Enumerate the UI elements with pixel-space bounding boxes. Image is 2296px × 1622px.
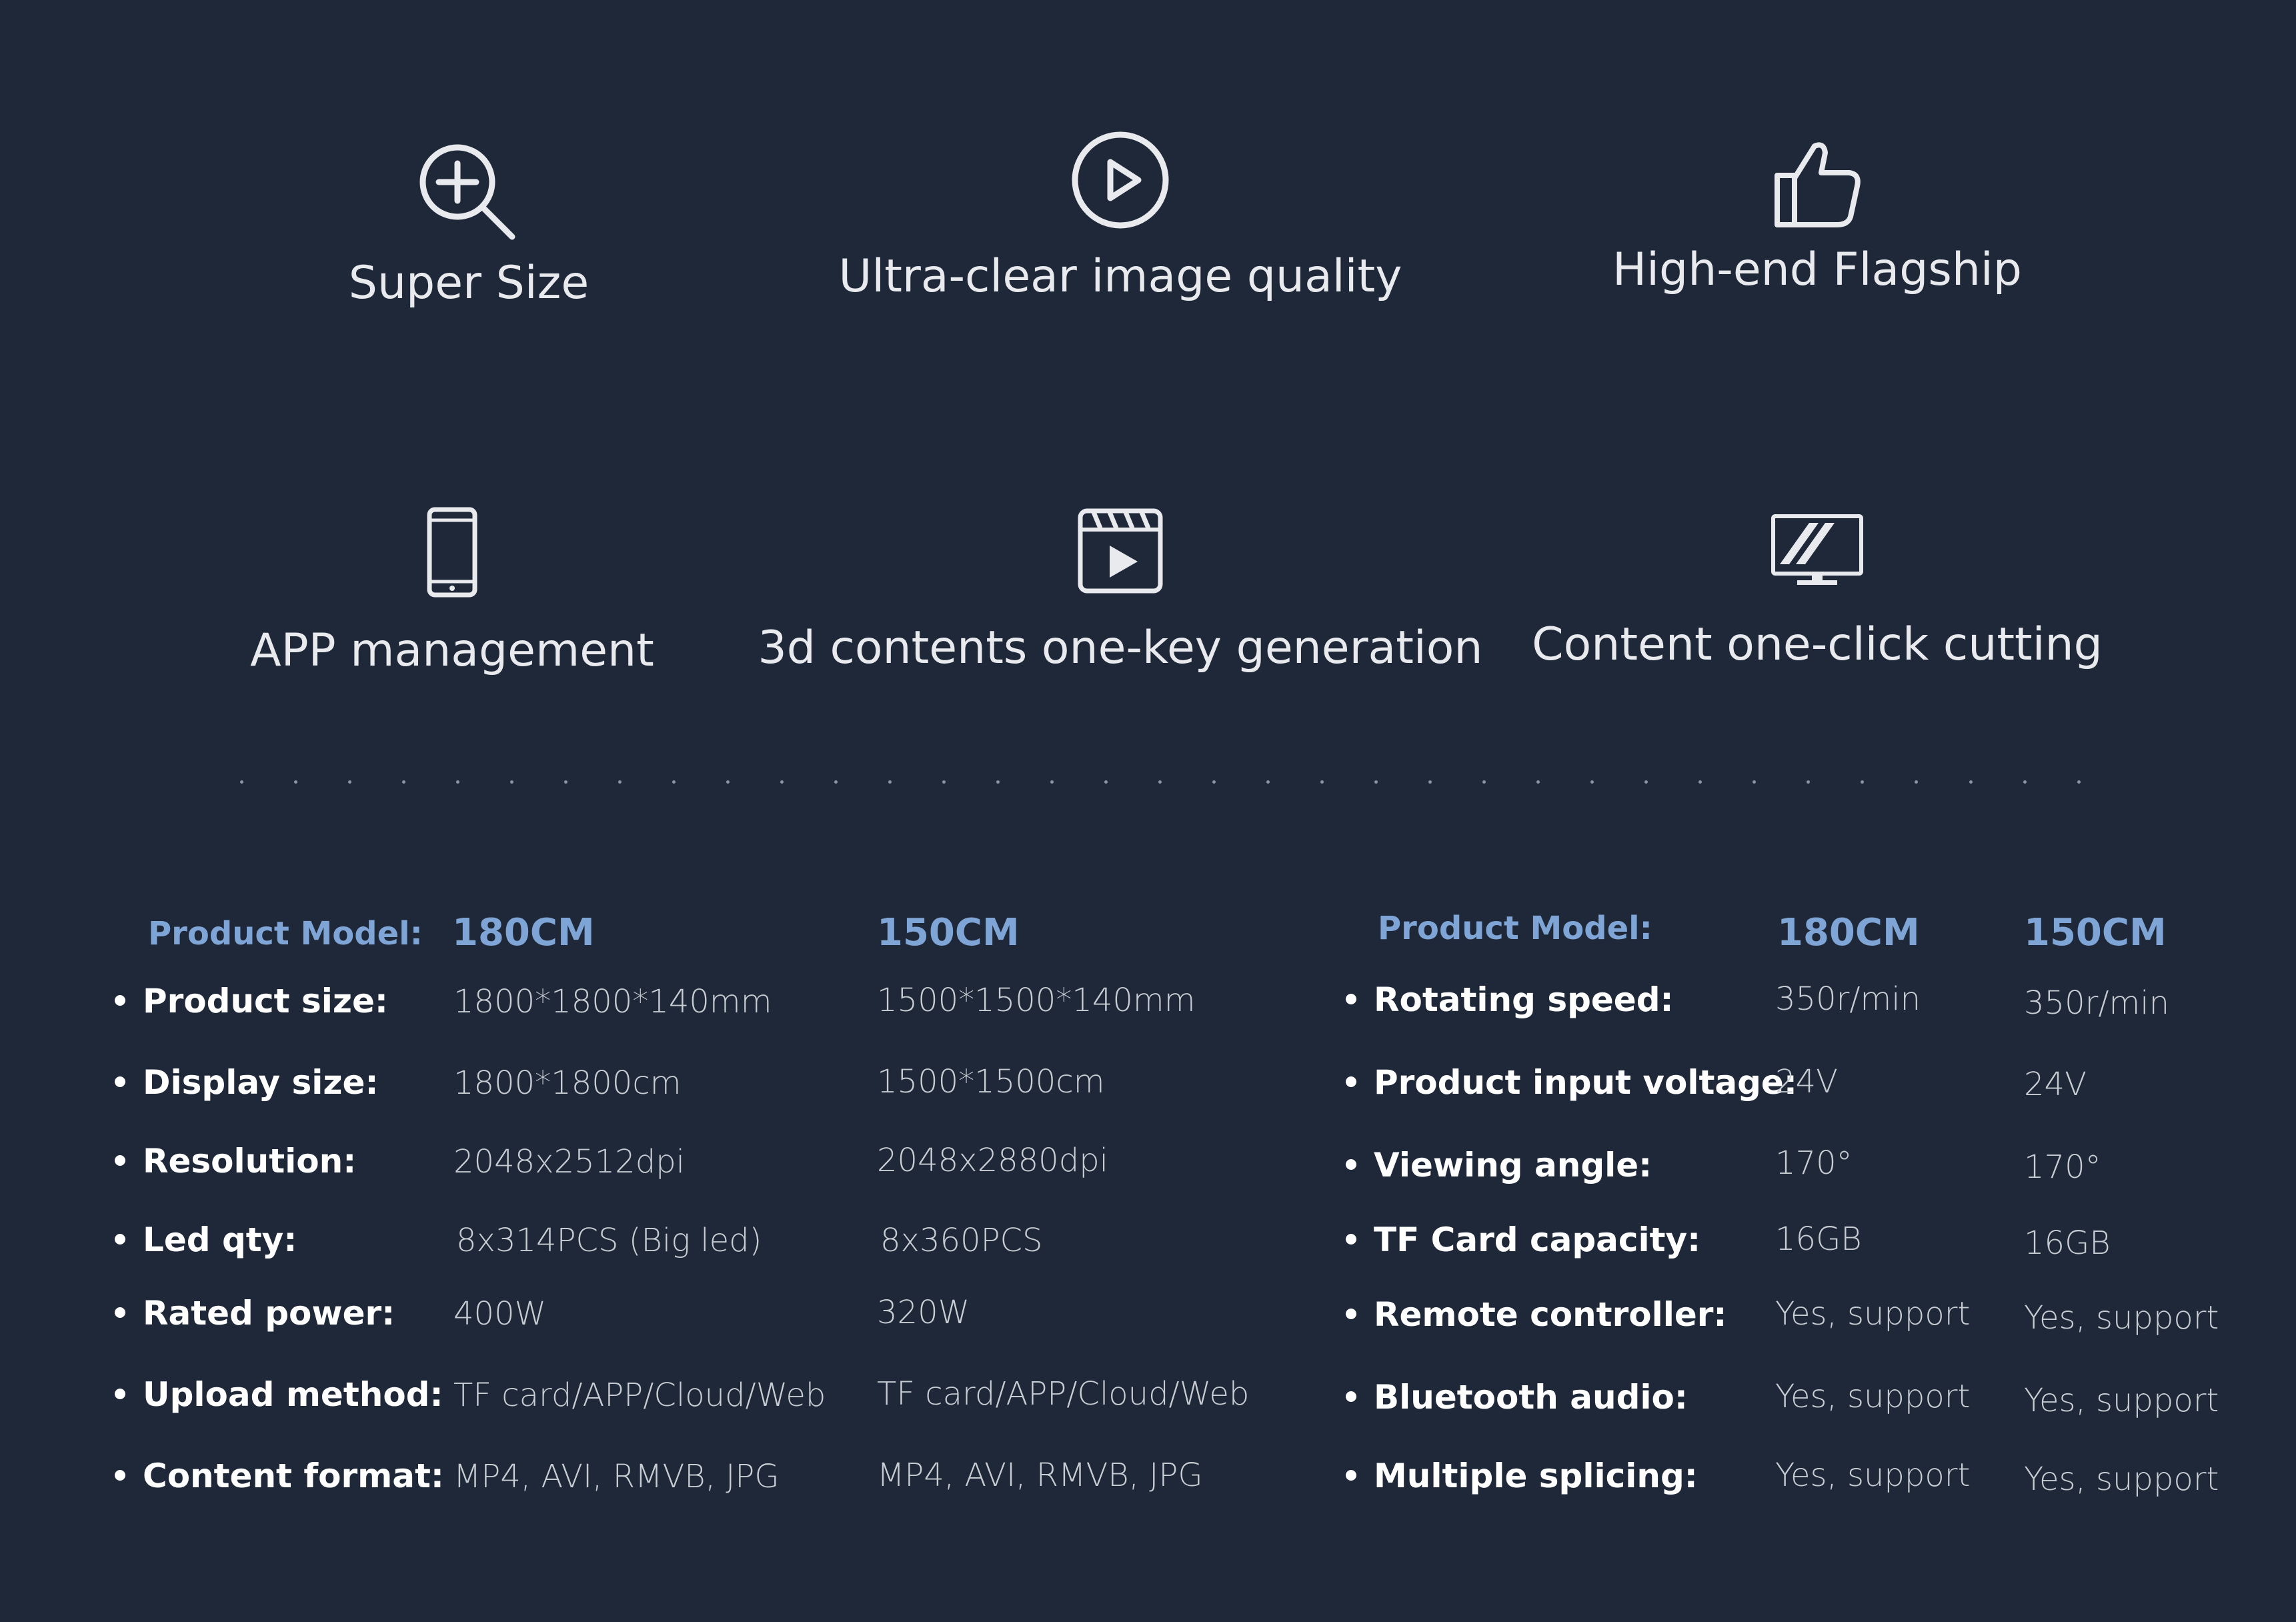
smartphone-icon xyxy=(427,507,477,598)
dotted-divider xyxy=(240,780,2081,784)
spec-value: Yes, support xyxy=(1775,1457,1971,1494)
spec-label: Bluetooth audio: xyxy=(1346,1378,1688,1417)
spec-label: Display size: xyxy=(115,1063,378,1102)
spec-label: Remote controller: xyxy=(1346,1295,1727,1334)
spec-value: 1800*1800*140mm xyxy=(453,983,772,1020)
feature-high-end: High-end Flagship xyxy=(1450,137,2184,296)
spec-value: 2048x2512dpi xyxy=(453,1143,685,1180)
feature-label: Ultra-clear image quality xyxy=(838,250,1402,303)
spec-value: MP4, AVI, RMVB, JPG xyxy=(453,1458,780,1495)
feature-app-management: APP management xyxy=(85,507,819,677)
model-150cm-header: 150CM xyxy=(877,911,1020,954)
model-180cm-header: 180CM xyxy=(1777,911,1920,954)
feature-label: Super Size xyxy=(348,257,590,309)
spec-value: 2048x2880dpi xyxy=(877,1142,1108,1179)
spec-value: 400W xyxy=(453,1295,547,1333)
feature-label: APP management xyxy=(250,624,654,677)
spec-value: 24V xyxy=(2024,1066,2087,1103)
thumbs-up-icon xyxy=(1775,142,1861,227)
spec-value: 170° xyxy=(2024,1148,2101,1186)
feature-label: High-end Flagship xyxy=(1612,243,2022,296)
spec-value: TF card/APP/Cloud/Web xyxy=(877,1375,1250,1413)
spec-label: Led qty: xyxy=(115,1221,297,1259)
feature-label: 3d contents one-key generation xyxy=(758,622,1483,674)
spec-value: 350r/min xyxy=(2024,984,2170,1022)
monitor-icon xyxy=(1771,514,1863,585)
spec-label: Multiple splicing: xyxy=(1346,1457,1698,1495)
spec-value: 350r/min xyxy=(1775,980,1921,1018)
product-model-label: Product Model: xyxy=(1378,910,1652,947)
play-circle-icon xyxy=(1072,131,1169,229)
spec-value: TF card/APP/Cloud/Web xyxy=(453,1377,826,1414)
product-model-label: Product Model: xyxy=(148,915,423,952)
spec-value: 1800*1800cm xyxy=(453,1064,682,1102)
spec-value: 170° xyxy=(1775,1144,1853,1182)
spec-value: 320W xyxy=(877,1294,970,1331)
spec-value: 1500*1500cm xyxy=(877,1063,1105,1100)
model-180cm-header: 180CM xyxy=(452,911,595,954)
spec-value: 1500*1500*140mm xyxy=(877,982,1196,1019)
spec-label: Product size: xyxy=(115,982,388,1020)
spec-label: Viewing angle: xyxy=(1346,1146,1652,1184)
spec-label: TF Card capacity: xyxy=(1346,1221,1700,1259)
spec-value: Yes, support xyxy=(1775,1295,1971,1333)
spec-value: 8x314PCS (Big led) xyxy=(456,1222,762,1259)
spec-label: Product input voltage: xyxy=(1346,1063,1797,1102)
spec-value: 16GB xyxy=(1775,1221,1862,1258)
spec-value: 16GB xyxy=(2024,1225,2111,1262)
spec-value: 8x360PCS xyxy=(880,1222,1043,1259)
spec-value: Yes, support xyxy=(2024,1382,2219,1419)
spec-value: Yes, support xyxy=(2024,1299,2219,1337)
model-150cm-header: 150CM xyxy=(2024,911,2167,954)
spec-value: Yes, support xyxy=(2024,1461,2219,1498)
spec-value: Yes, support xyxy=(1775,1378,1971,1415)
spec-label: Upload method: xyxy=(115,1375,443,1414)
feature-ultra-clear: Ultra-clear image quality xyxy=(754,130,1487,303)
feature-content-cutting: Content one-click cutting xyxy=(1450,514,2184,671)
spec-label: Resolution: xyxy=(115,1142,356,1180)
feature-label: Content one-click cutting xyxy=(1532,618,2103,671)
spec-value: 24V xyxy=(1775,1063,1838,1100)
zoom-in-icon xyxy=(419,144,515,240)
clapperboard-icon xyxy=(1078,508,1163,594)
feature-super-size: Super Size xyxy=(102,137,836,309)
spec-label: Content format: xyxy=(115,1457,444,1495)
feature-3d-contents: 3d contents one-key generation xyxy=(754,507,1487,674)
spec-label: Rotating speed: xyxy=(1346,980,1674,1019)
spec-label: Rated power: xyxy=(115,1294,395,1333)
spec-value: MP4, AVI, RMVB, JPG xyxy=(877,1457,1203,1494)
